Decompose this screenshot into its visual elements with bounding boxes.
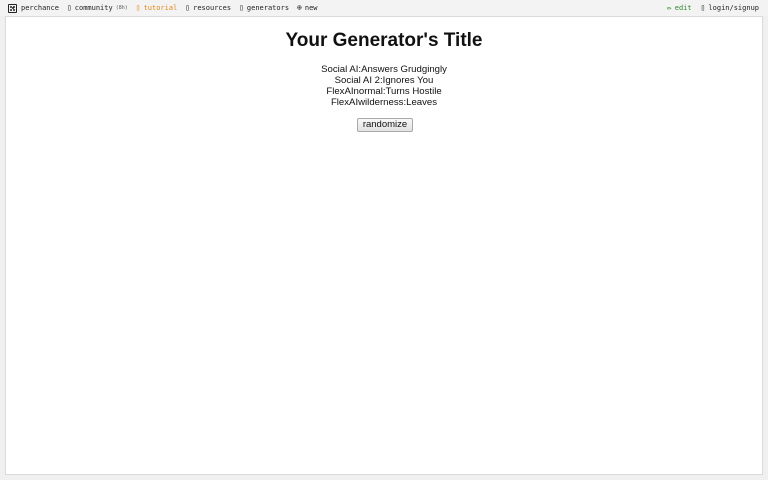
nav-resources[interactable]: ▯ resources bbox=[185, 3, 232, 13]
nav-tutorial-label: tutorial bbox=[143, 4, 178, 12]
generator-panel: Your Generator's Title Social AI:Answers… bbox=[5, 16, 763, 475]
nav-login[interactable]: ▯ login/signup bbox=[700, 3, 759, 13]
generator-output: Social AI:Answers Grudgingly Social AI 2… bbox=[6, 64, 762, 108]
nav-new-label: new bbox=[304, 4, 318, 12]
nav-left-group: perchance ▯ community (8h) ▯ tutorial ▯ … bbox=[8, 2, 326, 14]
pencil-icon: ✏ bbox=[666, 3, 672, 12]
nav-right-group: ✏ edit ▯ login/signup bbox=[658, 2, 759, 14]
output-line: FlexAInormal:Turns Hostile bbox=[326, 86, 442, 97]
nav-login-label: login/signup bbox=[708, 4, 759, 12]
book-icon: ▯ bbox=[135, 3, 141, 12]
nav-edit-label: edit bbox=[674, 4, 692, 12]
output-line: Social AI 2:Ignores You bbox=[334, 75, 434, 86]
folder-icon: ▯ bbox=[185, 3, 191, 12]
chat-icon: ▯ bbox=[66, 3, 72, 12]
list-icon: ▯ bbox=[239, 3, 244, 12]
output-line: FlexAIwilderness:Leaves bbox=[330, 97, 438, 108]
nav-community-label: community bbox=[74, 4, 113, 12]
nav-community[interactable]: ▯ community (8h) bbox=[66, 3, 128, 13]
output-line: Social AI:Answers Grudgingly bbox=[321, 64, 447, 75]
nav-tutorial[interactable]: ▯ tutorial bbox=[135, 3, 178, 13]
page-title: Your Generator's Title bbox=[285, 30, 483, 51]
plus-circle-icon: ⊕ bbox=[297, 3, 302, 12]
nav-new[interactable]: ⊕ new bbox=[297, 3, 318, 13]
top-nav-bar: perchance ▯ community (8h) ▯ tutorial ▯ … bbox=[0, 0, 768, 16]
nav-perchance[interactable]: perchance bbox=[8, 3, 59, 13]
dice-icon bbox=[8, 3, 17, 13]
nav-perchance-label: perchance bbox=[21, 4, 59, 12]
nav-resources-label: resources bbox=[193, 4, 232, 12]
randomize-button[interactable]: randomize bbox=[357, 118, 413, 132]
nav-generators[interactable]: ▯ generators bbox=[239, 3, 290, 13]
user-icon: ▯ bbox=[700, 3, 706, 12]
nav-generators-label: generators bbox=[246, 4, 290, 12]
community-badge: (8h) bbox=[115, 5, 128, 11]
nav-edit[interactable]: ✏ edit bbox=[666, 3, 692, 13]
